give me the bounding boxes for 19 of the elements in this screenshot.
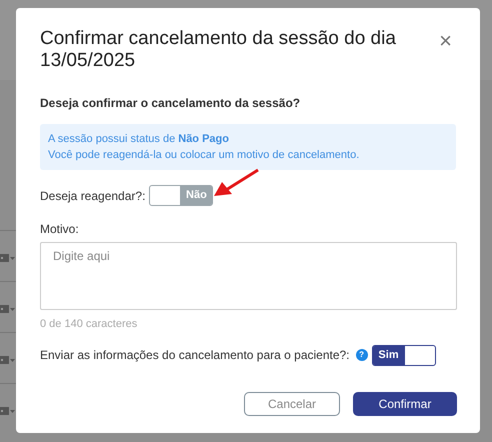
- field-label: Enviar as informações do cancelamento para o paciente?:: [40, 347, 350, 364]
- info-text: Você pode reagendá-la ou colocar um motivo de cancelamento.: [48, 148, 360, 163]
- reason-field[interactable]: Digite aqui: [40, 242, 457, 310]
- info-text: A sessão possui status de Não Pago: [48, 132, 230, 147]
- calendar-icon[interactable]: [0, 355, 16, 365]
- character-counter: 0 de 140 caracteres: [40, 317, 138, 332]
- cancel-button[interactable]: Cancelar: [244, 392, 340, 416]
- question-text: Deseja confirmar o cancelamento da sessão?: [40, 95, 302, 112]
- calendar-icon[interactable]: [0, 304, 16, 314]
- field-label: Motivo:: [40, 221, 80, 238]
- field-label: Deseja reagendar?:: [40, 188, 146, 204]
- calendar-icon[interactable]: [0, 253, 16, 263]
- help-icon[interactable]: ?: [356, 349, 368, 361]
- calendar-icon[interactable]: [0, 406, 16, 416]
- toggle-switch[interactable]: Não: [149, 185, 214, 206]
- confirm-button[interactable]: Confirmar: [353, 392, 457, 416]
- toggle-switch[interactable]: Sim: [372, 344, 436, 366]
- dialog-title: Confirmar cancelamento da sessão do dia 13/05/2025: [40, 28, 397, 72]
- close-button[interactable]: ×: [439, 30, 452, 52]
